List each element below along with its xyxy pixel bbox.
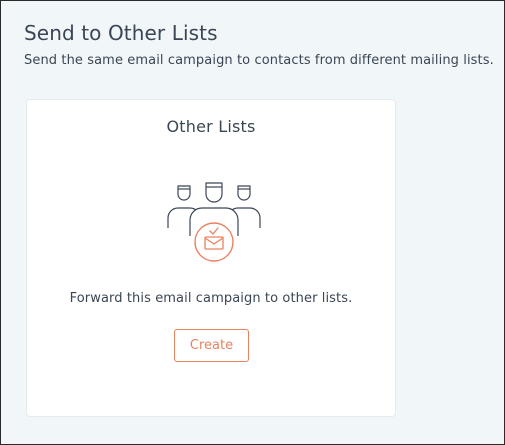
card-title: Other Lists [166, 117, 256, 136]
create-button[interactable]: Create [174, 329, 249, 362]
other-lists-card: Other Lists Forward this email campaign … [26, 99, 396, 417]
send-to-other-lists-panel: Send to Other Lists Send the same email … [0, 0, 505, 445]
page-description: Send the same email campaign to contacts… [24, 53, 494, 68]
card-description: Forward this email campaign to other lis… [69, 291, 353, 306]
people-with-envelope-icon [167, 182, 261, 262]
page-title: Send to Other Lists [24, 21, 218, 45]
